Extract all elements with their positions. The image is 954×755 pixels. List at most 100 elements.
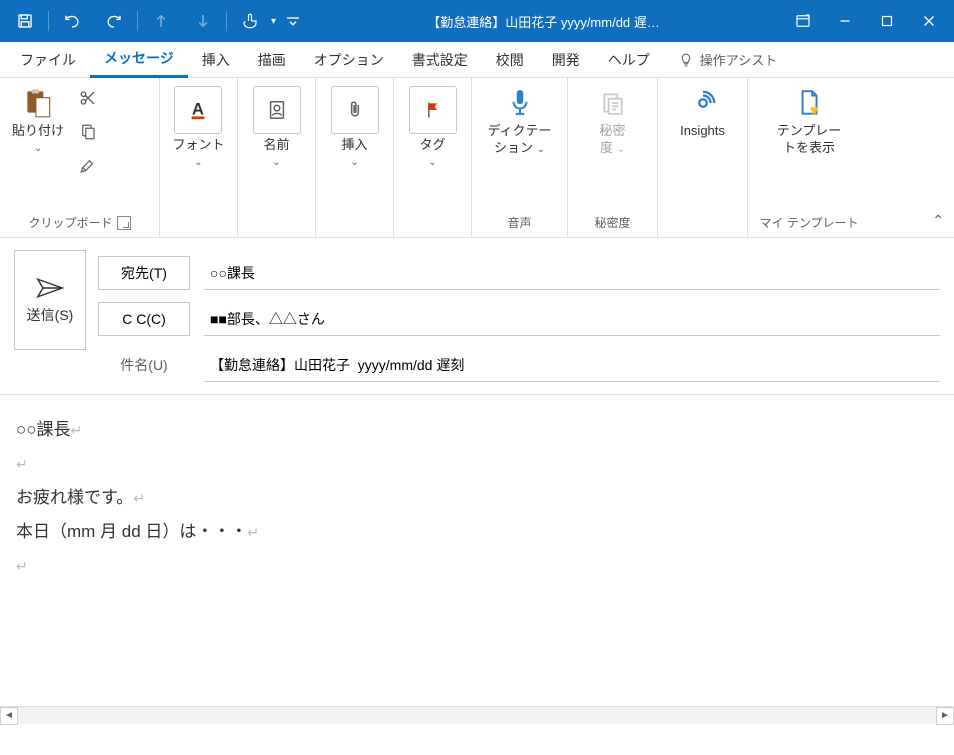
ribbon-tabs: ファイル メッセージ 挿入 描画 オプション 書式設定 校閲 開発 ヘルプ 操作…	[0, 42, 954, 78]
paragraph-mark-icon: ↵	[133, 490, 145, 506]
chevron-down-icon: ⌄	[617, 144, 625, 155]
subject-row: 件名(U)	[98, 342, 940, 388]
horizontal-scrollbar[interactable]: ◄ ►	[0, 706, 954, 724]
sensitivity-button: 秘密 度 ⌄	[586, 82, 640, 161]
save-button[interactable]	[4, 0, 46, 42]
insights-label: Insights	[680, 123, 725, 140]
chevron-down-icon: ⌄	[194, 156, 202, 169]
clipboard-icon	[21, 86, 55, 120]
insights-button[interactable]: Insights	[674, 82, 731, 144]
tab-developer[interactable]: 開発	[538, 42, 594, 78]
template-icon	[796, 86, 822, 120]
tag-label: タグ	[419, 137, 445, 154]
separator	[137, 11, 138, 31]
paste-button[interactable]: 貼り付け ⌄	[6, 82, 70, 159]
body-line: お疲れ様です。	[16, 488, 133, 507]
group-label-template: マイ テンプレート	[760, 214, 859, 231]
to-field[interactable]	[204, 256, 940, 290]
chevron-down-icon: ⌄	[34, 142, 42, 155]
cut-button[interactable]	[74, 84, 102, 112]
name-label: 名前	[263, 137, 289, 154]
next-item-button	[182, 0, 224, 42]
group-tag: タグ ⌄	[394, 78, 472, 237]
ribbon-display-button[interactable]	[782, 0, 824, 42]
send-icon	[36, 276, 64, 300]
tab-insert[interactable]: 挿入	[188, 42, 244, 78]
scroll-right-button[interactable]: ►	[936, 707, 954, 725]
send-button[interactable]: 送信(S)	[14, 250, 86, 350]
tab-options[interactable]: オプション	[300, 42, 398, 78]
tab-help[interactable]: ヘルプ	[594, 42, 664, 78]
tab-draw[interactable]: 描画	[244, 42, 300, 78]
svg-text:A: A	[193, 101, 205, 119]
subject-field[interactable]	[204, 348, 940, 382]
ribbon: 貼り付け ⌄ クリップボード A	[0, 78, 954, 238]
dictation-label-1: ディクテー	[487, 123, 551, 140]
copy-icon	[79, 123, 97, 141]
touch-mode-dropdown[interactable]: ▾	[271, 16, 281, 27]
chevron-down-icon: ⌄	[428, 156, 436, 169]
scissors-icon	[79, 89, 97, 107]
template-label-1: テンプレー	[777, 123, 842, 140]
group-sensitivity: 秘密 度 ⌄ 秘密度	[568, 78, 658, 237]
copy-button[interactable]	[74, 118, 102, 146]
subject-label: 件名(U)	[98, 355, 190, 375]
close-button[interactable]	[908, 0, 950, 42]
maximize-button[interactable]	[866, 0, 908, 42]
format-painter-button[interactable]	[74, 152, 102, 180]
paintbrush-icon	[79, 157, 97, 175]
group-label-voice: 音声	[507, 214, 531, 231]
template-button[interactable]: テンプレー トを表示	[771, 82, 848, 161]
cc-button[interactable]: C C(C)	[98, 302, 190, 336]
customize-qat-button[interactable]	[281, 0, 305, 42]
to-row: 宛先(T)	[98, 250, 940, 296]
attach-button[interactable]: 挿入⌄	[325, 82, 385, 173]
tell-me-search[interactable]: 操作アシスト	[664, 50, 791, 69]
font-button[interactable]: A フォント ⌄	[166, 82, 230, 173]
flag-icon	[409, 86, 457, 134]
paragraph-mark-icon: ↵	[16, 558, 28, 574]
dictation-label-2: ション	[494, 140, 533, 155]
font-label: フォント	[172, 137, 224, 154]
group-clipboard: 貼り付け ⌄ クリップボード	[0, 78, 160, 237]
message-header-fields: 送信(S) 宛先(T) C C(C) 件名(U)	[0, 238, 954, 388]
paste-label: 貼り付け	[12, 123, 64, 140]
scroll-left-button[interactable]: ◄	[0, 707, 18, 725]
undo-button[interactable]	[51, 0, 93, 42]
font-icon: A	[174, 86, 222, 134]
body-line: ○○課長	[16, 420, 71, 439]
touch-mode-button[interactable]	[229, 0, 271, 42]
dictation-button[interactable]: ディクテー ション ⌄	[481, 82, 557, 161]
title-bar: ▾ 【勤怠連絡】山田花子 yyyy/mm/dd 遅…	[0, 0, 954, 42]
paperclip-icon	[331, 86, 379, 134]
sensitivity-icon	[600, 86, 626, 120]
tab-format[interactable]: 書式設定	[398, 42, 482, 78]
clipboard-dialog-launcher[interactable]	[117, 216, 131, 230]
chevron-down-icon: ⌄	[537, 144, 545, 155]
paragraph-mark-icon: ↵	[247, 524, 259, 540]
tag-button[interactable]: タグ ⌄	[403, 82, 463, 173]
redo-button[interactable]	[93, 0, 135, 42]
minimize-button[interactable]	[824, 0, 866, 42]
separator	[48, 11, 49, 31]
group-label-clipboard: クリップボード	[28, 214, 112, 231]
group-font: A フォント ⌄	[160, 78, 238, 237]
group-voice: ディクテー ション ⌄ 音声	[472, 78, 568, 237]
tab-review[interactable]: 校閲	[482, 42, 538, 78]
insert-label: 挿入	[341, 137, 367, 154]
collapse-ribbon-button[interactable]: ⌃	[932, 212, 944, 229]
send-label: 送信(S)	[27, 306, 74, 324]
window-title: 【勤怠連絡】山田花子 yyyy/mm/dd 遅…	[305, 12, 782, 31]
to-button[interactable]: 宛先(T)	[98, 256, 190, 290]
tell-me-label: 操作アシスト	[700, 50, 777, 69]
address-book-icon	[253, 86, 301, 134]
prev-item-button	[140, 0, 182, 42]
tab-file[interactable]: ファイル	[6, 42, 90, 78]
cc-field[interactable]	[204, 302, 940, 336]
name-button[interactable]: 名前⌄	[247, 82, 307, 173]
message-body[interactable]: ○○課長↵ ↵ お疲れ様です。↵ 本日（mm 月 dd 日）は・・・↵ ↵	[0, 395, 954, 601]
message-body-area: ○○課長↵ ↵ お疲れ様です。↵ 本日（mm 月 dd 日）は・・・↵ ↵	[0, 394, 954, 706]
group-insights: Insights	[658, 78, 748, 237]
tab-message[interactable]: メッセージ	[90, 42, 188, 78]
sensitivity-label-2: 度	[600, 140, 613, 155]
